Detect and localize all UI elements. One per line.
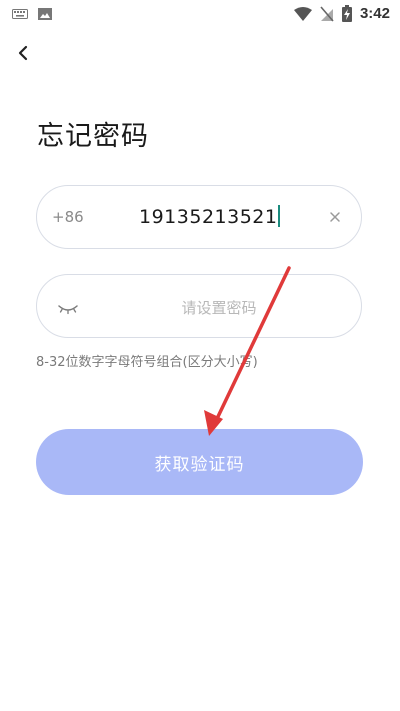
chevron-left-icon — [18, 45, 28, 61]
country-code[interactable]: +86 — [52, 208, 84, 226]
wifi-icon — [293, 6, 312, 21]
clear-button[interactable] — [325, 207, 345, 227]
keyboard-icon — [12, 9, 28, 19]
no-sim-icon — [320, 5, 334, 22]
text-caret — [278, 205, 281, 227]
phone-field[interactable]: +86 19135213521 — [36, 185, 362, 249]
eye-closed-icon — [58, 305, 78, 315]
status-time: 3:42 — [359, 5, 390, 22]
battery-charging-icon — [341, 5, 352, 22]
back-button[interactable] — [12, 40, 38, 66]
password-visibility-toggle[interactable] — [57, 300, 79, 315]
status-bar: 3:42 — [0, 0, 400, 30]
image-icon — [38, 8, 52, 20]
close-icon — [330, 212, 340, 222]
password-hint: 8-32位数字字母符号组合(区分大小写) — [36, 355, 258, 370]
phone-number-text: 19135213521 — [139, 206, 278, 228]
password-input[interactable] — [117, 287, 321, 329]
page-title: 忘记密码 — [37, 121, 149, 152]
get-verification-code-button[interactable]: 获取验证码 — [36, 429, 363, 495]
password-field[interactable] — [36, 274, 362, 338]
phone-input[interactable]: 19135213521 — [139, 205, 281, 228]
